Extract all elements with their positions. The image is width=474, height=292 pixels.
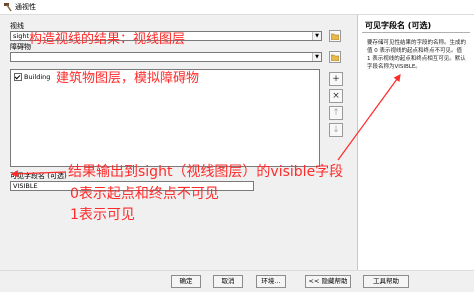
browse-obstructions-button[interactable] (329, 51, 341, 63)
environments-button[interactable]: 环境... (256, 275, 286, 288)
ok-button[interactable]: 确定 (171, 275, 201, 288)
help-divider (362, 32, 470, 33)
obstructions-label: 障碍物 (10, 43, 31, 51)
tool-dialog-main: 视线 sight ▼ 障碍物 ▼ Building + × ↑ ↓ 可见字段名 … (0, 15, 352, 270)
annotation-building-layer: 建筑物图层，模拟障碍物 (56, 71, 200, 86)
browse-sight-lines-button[interactable] (329, 30, 341, 42)
window-title: 通视性 (15, 3, 36, 11)
button-bar: 确定 取消 环境... << 隐藏帮助 工具帮助 (0, 270, 474, 292)
annotation-sight-layer: 构造视线的结果：视线图层 (29, 32, 186, 47)
remove-button[interactable]: × (329, 89, 343, 103)
move-up-button[interactable]: ↑ (329, 106, 343, 120)
cancel-button[interactable]: 取消 (213, 275, 243, 288)
chevron-down-icon[interactable]: ▼ (312, 32, 321, 40)
folder-icon (331, 54, 339, 61)
list-item-label: Building (24, 73, 51, 81)
title-bar: 通视性 (0, 0, 474, 15)
sight-lines-label: 视线 (10, 22, 24, 30)
visible-field-label: 可见字段名 (可选) (10, 172, 67, 180)
folder-icon (331, 33, 339, 40)
sight-lines-value: sight (13, 32, 29, 40)
chevron-down-icon[interactable]: ▼ (312, 53, 321, 61)
annotation-visible-field: 结果输出到sight（视线图层）的visible字段 (68, 164, 344, 180)
add-button[interactable]: + (329, 72, 343, 86)
tool-help-button[interactable]: 工具帮助 (363, 275, 409, 288)
annotation-zero-meaning: 0表示起点和终点不可见 (70, 186, 219, 202)
help-panel: 可见字段名 (可选) 要存储可见性结果的字段的名称。生成的值 0 表示视线的起点… (357, 15, 474, 270)
hammer-icon (4, 3, 12, 12)
obstructions-dropdown[interactable]: ▼ (10, 52, 322, 62)
move-down-button[interactable]: ↓ (329, 123, 343, 137)
list-item[interactable]: Building (14, 73, 50, 81)
help-text: 要存储可见性结果的字段的名称。生成的值 0 表示视线的起点和终点不可见。值 1 … (367, 40, 467, 70)
hide-help-button[interactable]: << 隐藏帮助 (305, 275, 351, 288)
checkbox[interactable] (14, 73, 22, 81)
annotation-one-meaning: 1表示可见 (70, 207, 135, 223)
help-title: 可见字段名 (可选) (365, 21, 432, 30)
